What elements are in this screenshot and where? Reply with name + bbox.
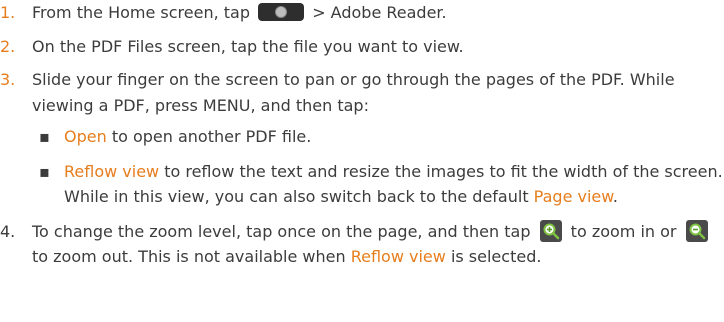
step-number: 3. [0, 70, 16, 89]
sub-option-open: ▪ Open to open another PDF file. [32, 124, 724, 150]
step-text: > Adobe Reader. [312, 3, 447, 22]
step-4: 4. To change the zoom level, tap once on… [0, 219, 724, 270]
step-2: 2. On the PDF Files screen, tap the file… [0, 34, 724, 60]
bullet-icon: ▪ [39, 127, 50, 146]
bullet-icon: ▪ [39, 161, 50, 181]
step-text: to zoom in or [570, 221, 677, 241]
step-text: From the Home screen, tap [32, 3, 250, 22]
sub-option-list: ▪ Open to open another PDF file. ▪ Reflo… [32, 124, 724, 210]
instruction-document: 1. From the Home screen, tap > Adobe Rea… [0, 0, 724, 270]
step-3: 3. Slide your finger on the screen to pa… [0, 67, 724, 210]
step-text: On the PDF Files screen, tap the file yo… [32, 36, 464, 56]
option-description: to open another PDF file. [106, 127, 312, 146]
camera-key-icon [258, 3, 305, 21]
step-text: Slide your finger on the screen to pan o… [32, 70, 675, 115]
step-text: is selected. [450, 247, 542, 266]
option-description: . [612, 187, 618, 206]
step-number: 1. [0, 3, 16, 22]
step-1: 1. From the Home screen, tap > Adobe Rea… [0, 0, 724, 26]
option-label: Page view [533, 187, 613, 206]
zoom-in-icon [539, 219, 562, 242]
zoom-out-icon [685, 219, 708, 242]
option-label: Reflow view [64, 161, 160, 181]
option-description: to reflow the text and resize the images… [64, 161, 723, 207]
option-label: Open [64, 127, 107, 146]
sub-option-reflow-view: ▪ Reflow view to reflow the text and res… [32, 159, 724, 210]
option-label: Reflow view [350, 247, 446, 266]
step-number: 4. [0, 221, 16, 241]
step-text: to zoom out. This is not available when [32, 247, 346, 266]
step-text: To change the zoom level, tap once on th… [32, 221, 531, 241]
step-number: 2. [0, 36, 16, 56]
